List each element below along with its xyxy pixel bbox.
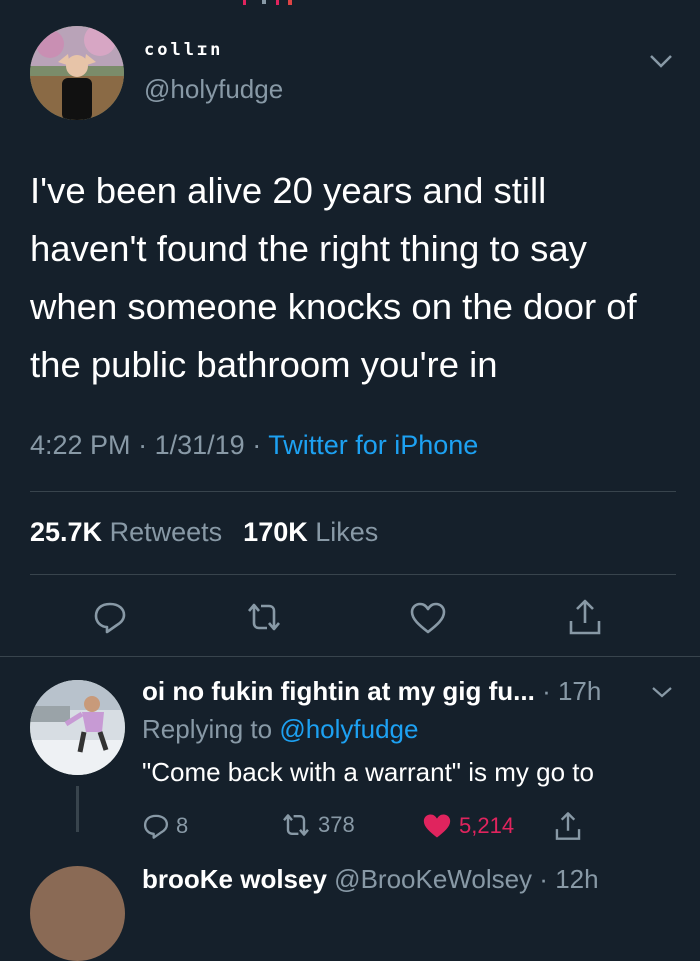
next-reply-display-name[interactable]: brooKe wolsey <box>142 864 327 894</box>
replying-to: Replying to @holyfudge <box>142 714 418 745</box>
reply-icon <box>94 602 126 634</box>
next-reply-handle[interactable]: @BrooKeWolsey <box>334 864 532 894</box>
reply-retweet-button[interactable]: 378 <box>280 812 355 838</box>
chevron-down-icon[interactable] <box>648 52 674 70</box>
share-icon <box>555 812 581 840</box>
reply-retweet-count: 378 <box>318 812 355 837</box>
retweets-count: 25.7K <box>30 517 103 547</box>
replying-prefix: Replying to <box>142 714 273 744</box>
reply-avatar[interactable] <box>30 680 125 775</box>
reply-icon <box>143 814 169 839</box>
divider <box>30 491 676 492</box>
thread-line <box>76 786 79 832</box>
retweet-icon <box>248 603 280 631</box>
tweet-text: I've been alive 20 years and still haven… <box>30 170 637 385</box>
reply-age: 17h <box>557 676 602 706</box>
reply-like-count: 5,214 <box>459 813 515 838</box>
divider <box>30 574 676 575</box>
like-button[interactable] <box>409 601 447 635</box>
status-bar-remnant <box>240 0 300 6</box>
retweet-icon <box>283 814 309 836</box>
avatar[interactable] <box>30 26 124 120</box>
tweet-stats: 25.7K Retweets 170K Likes <box>30 517 378 548</box>
replying-handle-link[interactable]: @holyfudge <box>279 714 418 744</box>
chevron-down-icon[interactable] <box>650 684 674 700</box>
reply-display-name[interactable]: oi no fukin fightin at my gig fu... <box>142 676 535 706</box>
share-button[interactable] <box>566 597 604 637</box>
reply-reply-button[interactable]: 8 <box>142 812 188 840</box>
heart-icon <box>410 602 446 634</box>
author-handle[interactable]: @holyfudge <box>144 74 283 105</box>
author-display-name[interactable]: collɪn <box>144 40 223 60</box>
tweet-date: 1/31/19 <box>154 430 245 460</box>
reply-text: "Come back with a warrant" is my go to <box>142 757 594 787</box>
retweet-button[interactable] <box>244 601 284 633</box>
likes-stat[interactable]: 170K Likes <box>243 517 378 547</box>
likes-label: Likes <box>315 517 379 547</box>
tweet-source-link[interactable]: Twitter for iPhone <box>268 430 478 460</box>
divider <box>0 656 700 657</box>
next-reply-avatar[interactable] <box>30 866 125 961</box>
next-reply-age: 12h <box>555 864 599 894</box>
retweets-stat[interactable]: 25.7K Retweets <box>30 517 222 547</box>
reply-button[interactable] <box>92 600 128 634</box>
share-icon <box>569 599 601 635</box>
reply-header: oi no fukin fightin at my gig fu... · 17… <box>142 676 602 706</box>
heart-icon <box>423 814 451 838</box>
likes-count: 170K <box>243 517 308 547</box>
tweet-time: 4:22 PM <box>30 430 131 460</box>
retweets-label: Retweets <box>109 517 223 547</box>
reply-share-button[interactable] <box>553 810 583 842</box>
reply-like-button[interactable]: 5,214 <box>421 812 514 840</box>
tweet-meta: 4:22 PM · 1/31/19 · Twitter for iPhone <box>30 430 479 460</box>
reply-count: 8 <box>176 813 189 838</box>
